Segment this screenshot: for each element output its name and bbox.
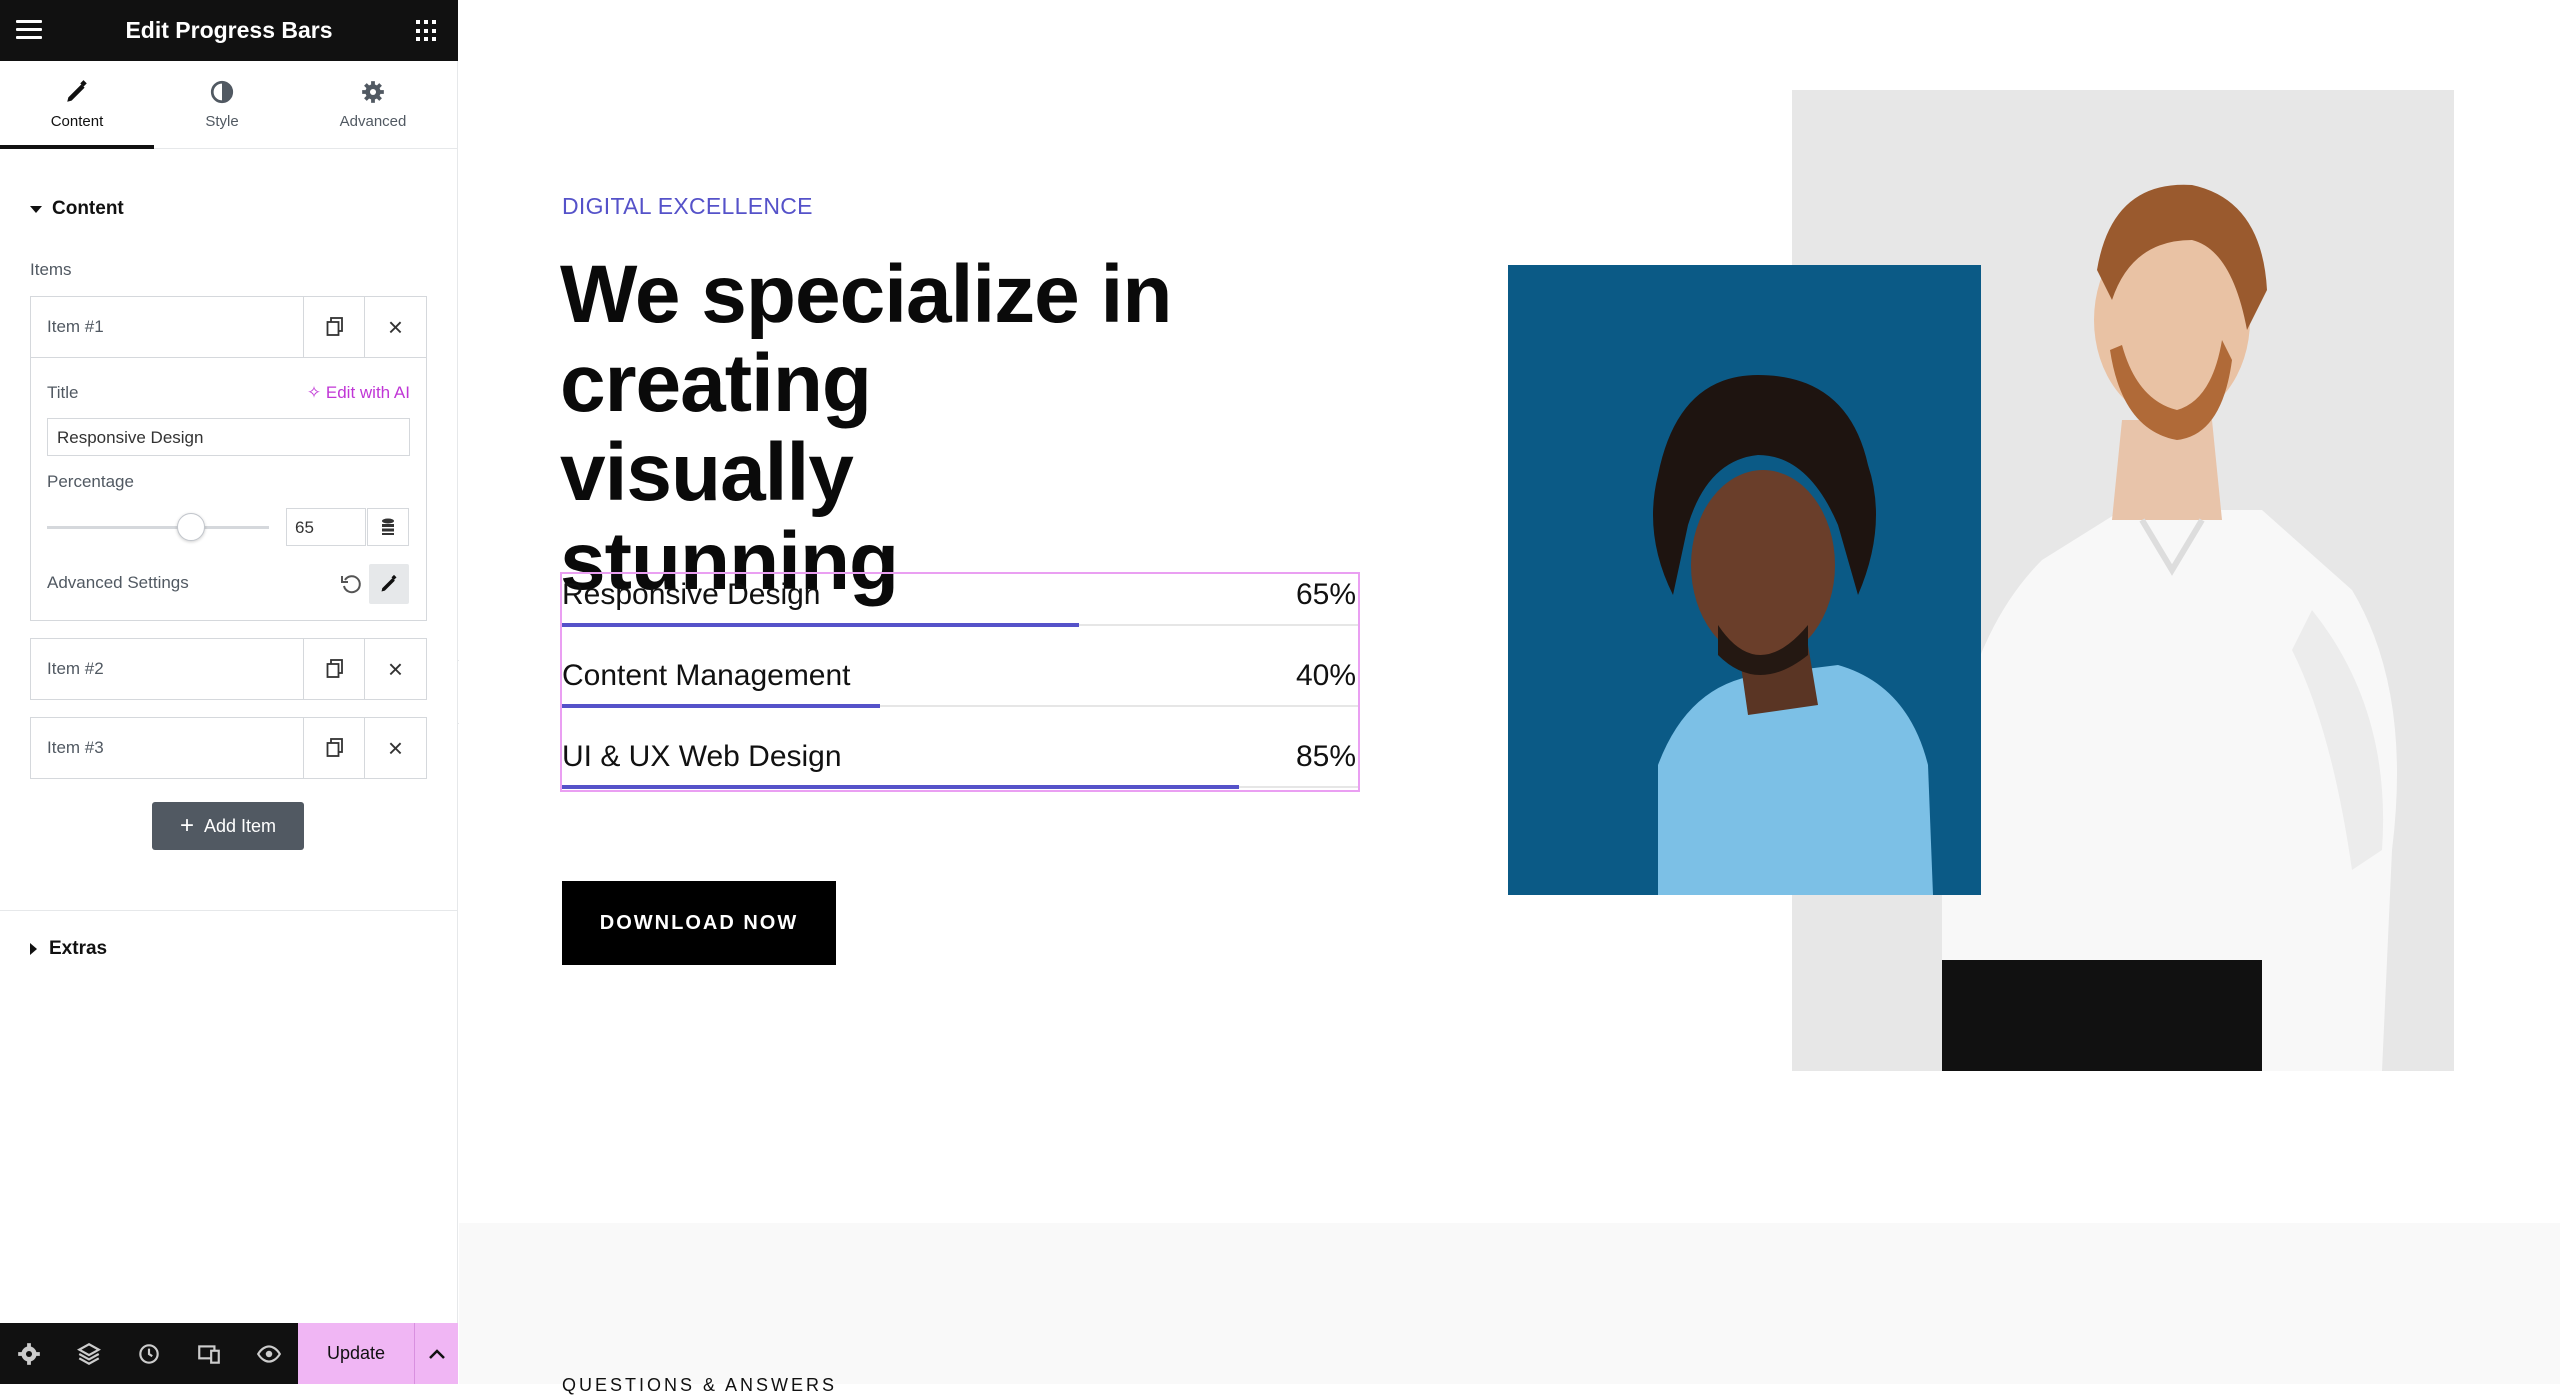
duplicate-button[interactable] [303,297,365,357]
eye-icon[interactable] [256,1341,282,1367]
hero-heading: We specialize in creating visually stunn… [560,249,1172,607]
repeater-item-1-fields: Title ✧ Edit with AI Responsive Design P… [30,358,427,621]
remove-button[interactable]: × [364,639,426,699]
close-icon: × [387,653,404,684]
edit-advanced-button[interactable] [369,564,409,604]
add-item-button[interactable]: + Add Item [152,802,304,850]
history-icon[interactable] [136,1341,162,1367]
percentage-label: Percentage [47,472,134,491]
tab-label: Style [205,113,239,130]
eyebrow-text: DIGITAL EXCELLENCE [562,193,813,219]
progress-track [562,623,1358,627]
section-title: Content [52,198,124,219]
photo-man-blue-shirt [1508,265,1981,895]
repeater-item-title: Item #2 [47,659,104,678]
title-input[interactable]: Responsive Design [47,418,410,456]
tab-advanced[interactable]: Advanced [296,61,450,149]
repeater-item-1[interactable]: Item #1 × [30,296,427,358]
progress-bars-widget[interactable]: Responsive Design 65% Content Management… [560,572,1360,792]
progress-title: Content Management [562,659,851,692]
pencil-icon [67,80,87,102]
progress-bar: Responsive Design 65% [562,574,1358,654]
reset-icon[interactable] [339,572,363,596]
database-icon [382,518,394,535]
add-item-label: Add Item [203,815,277,836]
repeater-item-3[interactable]: Item #3 × [30,717,427,779]
tab-label: Content [50,113,104,130]
percentage-input[interactable]: 65 [286,508,366,546]
panel-title: Edit Progress Bars [125,17,333,43]
close-icon: × [387,311,404,342]
faq-eyebrow: QUESTIONS & ANSWERS [562,1375,838,1395]
dynamic-tags-button[interactable] [367,508,409,546]
layers-icon[interactable] [76,1341,102,1367]
page-canvas: DIGITAL EXCELLENCE We specialize in crea… [459,0,2560,1395]
remove-button[interactable]: × [364,718,426,778]
progress-bar: UI & UX Web Design 85% [562,736,1358,816]
gear-icon [362,81,384,103]
menu-icon[interactable] [16,20,42,40]
pencil-icon [381,574,397,592]
extras-section-toggle[interactable]: Extras [30,938,107,960]
man-blue-shirt-illustration [1508,265,1981,895]
progress-percent: 40% [1295,659,1356,692]
tab-label: Advanced [339,113,407,130]
chevron-up-icon [428,1348,445,1359]
update-button[interactable]: Update [298,1323,414,1384]
editor-topbar: Edit Progress Bars [0,0,458,61]
caret-right-icon [30,943,37,955]
editor-panel: Edit Progress Bars Content Style Advance… [0,0,458,1384]
repeater-item-title: Item #1 [47,317,104,336]
progress-bar: Content Management 40% [562,655,1358,735]
close-icon: × [387,732,404,763]
settings-icon[interactable] [16,1341,42,1367]
edit-with-ai-text: Edit with AI [325,383,410,402]
editor-footer: Update [0,1323,458,1384]
progress-fill [562,704,881,708]
half-circle-icon [210,80,234,104]
title-label: Title [47,383,79,402]
download-now-button[interactable]: DOWNLOAD NOW [562,881,836,965]
remove-button[interactable]: × [364,297,426,357]
progress-title: UI & UX Web Design [562,740,842,773]
panel-tabs: Content Style Advanced [0,61,458,149]
percentage-slider-track[interactable] [47,526,269,529]
repeater-item-2[interactable]: Item #2 × [30,638,427,700]
responsive-mode-icon[interactable] [196,1341,222,1367]
progress-percent: 85% [1295,740,1356,773]
progress-percent: 65% [1295,578,1356,611]
progress-track [562,785,1358,789]
progress-title: Responsive Design [562,578,821,611]
edit-with-ai-link[interactable]: ✧ Edit with AI [307,383,410,403]
copy-icon [326,659,343,678]
plus-icon: + [179,812,194,839]
section-divider [0,910,458,911]
update-options-button[interactable] [414,1323,458,1384]
caret-down-icon [30,205,42,213]
advanced-settings-label: Advanced Settings [47,573,189,592]
duplicate-button[interactable] [303,718,365,778]
copy-icon [326,317,343,336]
percentage-slider-handle[interactable] [177,513,206,541]
section-title: Extras [49,938,108,959]
items-label: Items [30,260,72,279]
copy-icon [326,738,343,757]
duplicate-button[interactable] [303,639,365,699]
tab-content[interactable]: Content [0,61,154,149]
faq-section [459,1223,2560,1384]
progress-fill [562,785,1239,789]
widgets-grid-icon[interactable] [416,20,438,42]
repeater-item-title: Item #3 [47,738,104,757]
tab-style[interactable]: Style [145,61,299,149]
content-section-toggle[interactable]: Content [30,198,124,220]
progress-track [562,704,1358,708]
progress-fill [562,623,1080,627]
